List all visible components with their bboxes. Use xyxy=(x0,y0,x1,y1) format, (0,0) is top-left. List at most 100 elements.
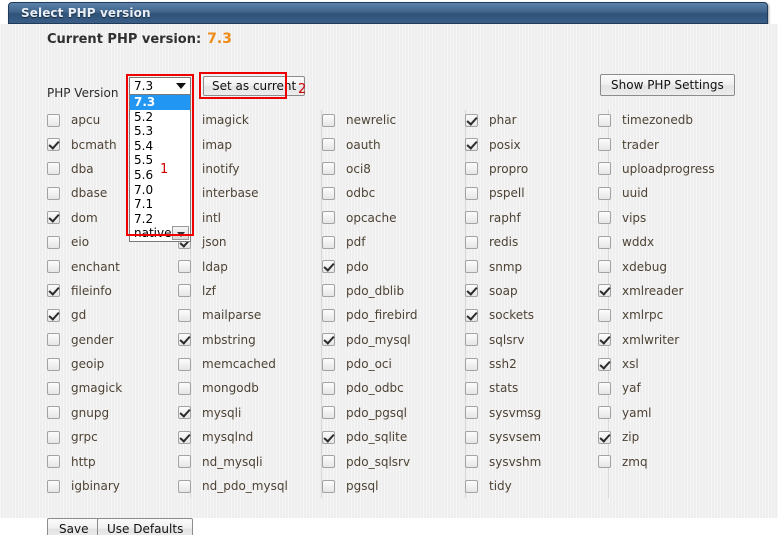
extension-checkbox[interactable] xyxy=(47,381,60,395)
extension-row[interactable]: sysvshm xyxy=(465,449,609,473)
extension-row[interactable]: sysvsem xyxy=(465,425,609,449)
extension-row[interactable]: trader xyxy=(598,132,742,156)
extension-checkbox[interactable] xyxy=(322,381,335,395)
extension-row[interactable]: snmp xyxy=(465,254,609,278)
extension-row[interactable]: odbc xyxy=(322,181,466,205)
extension-checkbox[interactable] xyxy=(178,333,191,347)
set-as-current-button[interactable]: Set as current xyxy=(203,76,306,96)
extension-checkbox[interactable] xyxy=(598,357,611,371)
extension-checkbox[interactable] xyxy=(47,479,60,493)
extension-checkbox[interactable] xyxy=(322,113,335,127)
extension-row[interactable]: raphf xyxy=(465,206,609,230)
extension-row[interactable]: oauth xyxy=(322,132,466,156)
show-php-settings-button[interactable]: Show PHP Settings xyxy=(600,74,735,96)
extension-checkbox[interactable] xyxy=(465,333,478,347)
extension-row[interactable]: intl xyxy=(178,206,322,230)
extension-checkbox[interactable] xyxy=(465,138,478,152)
extension-checkbox[interactable] xyxy=(465,381,478,395)
php-version-option[interactable]: 7.2 xyxy=(130,212,190,227)
extension-row[interactable]: gmagick xyxy=(47,376,191,400)
extension-row[interactable]: yaf xyxy=(598,376,742,400)
extension-row[interactable]: xmlrpc xyxy=(598,303,742,327)
extension-checkbox[interactable] xyxy=(178,381,191,395)
extension-checkbox[interactable] xyxy=(47,260,60,274)
extension-row[interactable]: wddx xyxy=(598,230,742,254)
extension-checkbox[interactable] xyxy=(465,308,478,322)
extension-row[interactable]: igbinary xyxy=(47,474,191,498)
extension-checkbox[interactable] xyxy=(178,455,191,469)
extension-checkbox[interactable] xyxy=(47,113,60,127)
extension-row[interactable]: memcached xyxy=(178,352,322,376)
php-version-option[interactable]: 7.0 xyxy=(130,183,190,198)
php-version-select[interactable]: 7.3 xyxy=(129,77,191,95)
extension-row[interactable]: ldap xyxy=(178,254,322,278)
extension-checkbox[interactable] xyxy=(322,138,335,152)
extension-row[interactable]: zip xyxy=(598,425,742,449)
extension-checkbox[interactable] xyxy=(598,381,611,395)
extension-row[interactable]: pdo_dblib xyxy=(322,279,466,303)
extension-checkbox[interactable] xyxy=(598,333,611,347)
extension-checkbox[interactable] xyxy=(465,479,478,493)
extension-checkbox[interactable] xyxy=(47,162,60,176)
extension-row[interactable]: pdf xyxy=(322,230,466,254)
extension-checkbox[interactable] xyxy=(465,430,478,444)
extension-checkbox[interactable] xyxy=(465,455,478,469)
extension-checkbox[interactable] xyxy=(322,235,335,249)
extension-checkbox[interactable] xyxy=(178,357,191,371)
extension-checkbox[interactable] xyxy=(178,430,191,444)
extension-row[interactable]: enchant xyxy=(47,254,191,278)
extension-row[interactable]: timezonedb xyxy=(598,108,742,132)
extension-checkbox[interactable] xyxy=(47,138,60,152)
extension-checkbox[interactable] xyxy=(178,284,191,298)
extension-row[interactable]: interbase xyxy=(178,181,322,205)
extension-row[interactable]: xmlreader xyxy=(598,279,742,303)
extension-row[interactable]: pdo_pgsql xyxy=(322,401,466,425)
extension-checkbox[interactable] xyxy=(178,308,191,322)
extension-checkbox[interactable] xyxy=(178,406,191,420)
extension-checkbox[interactable] xyxy=(598,406,611,420)
extension-row[interactable]: pdo_firebird xyxy=(322,303,466,327)
extension-checkbox[interactable] xyxy=(598,430,611,444)
extension-checkbox[interactable] xyxy=(598,260,611,274)
extension-checkbox[interactable] xyxy=(465,357,478,371)
extension-checkbox[interactable] xyxy=(322,406,335,420)
extension-row[interactable]: pdo_oci xyxy=(322,352,466,376)
extension-checkbox[interactable] xyxy=(598,138,611,152)
extension-row[interactable]: sqlsrv xyxy=(465,328,609,352)
extension-checkbox[interactable] xyxy=(465,211,478,225)
extension-row[interactable]: gender xyxy=(47,328,191,352)
extension-checkbox[interactable] xyxy=(47,211,60,225)
extension-row[interactable]: opcache xyxy=(322,206,466,230)
extension-row[interactable]: lzf xyxy=(178,279,322,303)
extension-row[interactable]: json xyxy=(178,230,322,254)
extension-row[interactable]: pdo_sqlsrv xyxy=(322,449,466,473)
extension-row[interactable]: http xyxy=(47,449,191,473)
extension-row[interactable]: xmlwriter xyxy=(598,328,742,352)
use-defaults-button[interactable]: Use Defaults xyxy=(97,518,194,535)
extension-row[interactable]: mbstring xyxy=(178,328,322,352)
extension-checkbox[interactable] xyxy=(178,260,191,274)
extension-checkbox[interactable] xyxy=(465,186,478,200)
extension-row[interactable]: uuid xyxy=(598,181,742,205)
extension-row[interactable]: propro xyxy=(465,157,609,181)
extension-checkbox[interactable] xyxy=(465,406,478,420)
extension-checkbox[interactable] xyxy=(47,406,60,420)
extension-row[interactable]: imap xyxy=(178,132,322,156)
extension-checkbox[interactable] xyxy=(322,357,335,371)
extension-checkbox[interactable] xyxy=(598,162,611,176)
extension-checkbox[interactable] xyxy=(47,357,60,371)
extension-row[interactable]: pdo xyxy=(322,254,466,278)
extension-row[interactable]: gnupg xyxy=(47,401,191,425)
extension-row[interactable]: xsl xyxy=(598,352,742,376)
extension-checkbox[interactable] xyxy=(178,479,191,493)
extension-checkbox[interactable] xyxy=(322,186,335,200)
extension-row[interactable]: nd_pdo_mysql xyxy=(178,474,322,498)
extension-row[interactable]: nd_mysqli xyxy=(178,449,322,473)
extension-row[interactable]: sysvmsg xyxy=(465,401,609,425)
extension-row[interactable]: pdo_odbc xyxy=(322,376,466,400)
extension-row[interactable]: posix xyxy=(465,132,609,156)
extension-row[interactable]: tidy xyxy=(465,474,609,498)
extension-checkbox[interactable] xyxy=(322,211,335,225)
extension-checkbox[interactable] xyxy=(322,284,335,298)
extension-row[interactable]: gd xyxy=(47,303,191,327)
